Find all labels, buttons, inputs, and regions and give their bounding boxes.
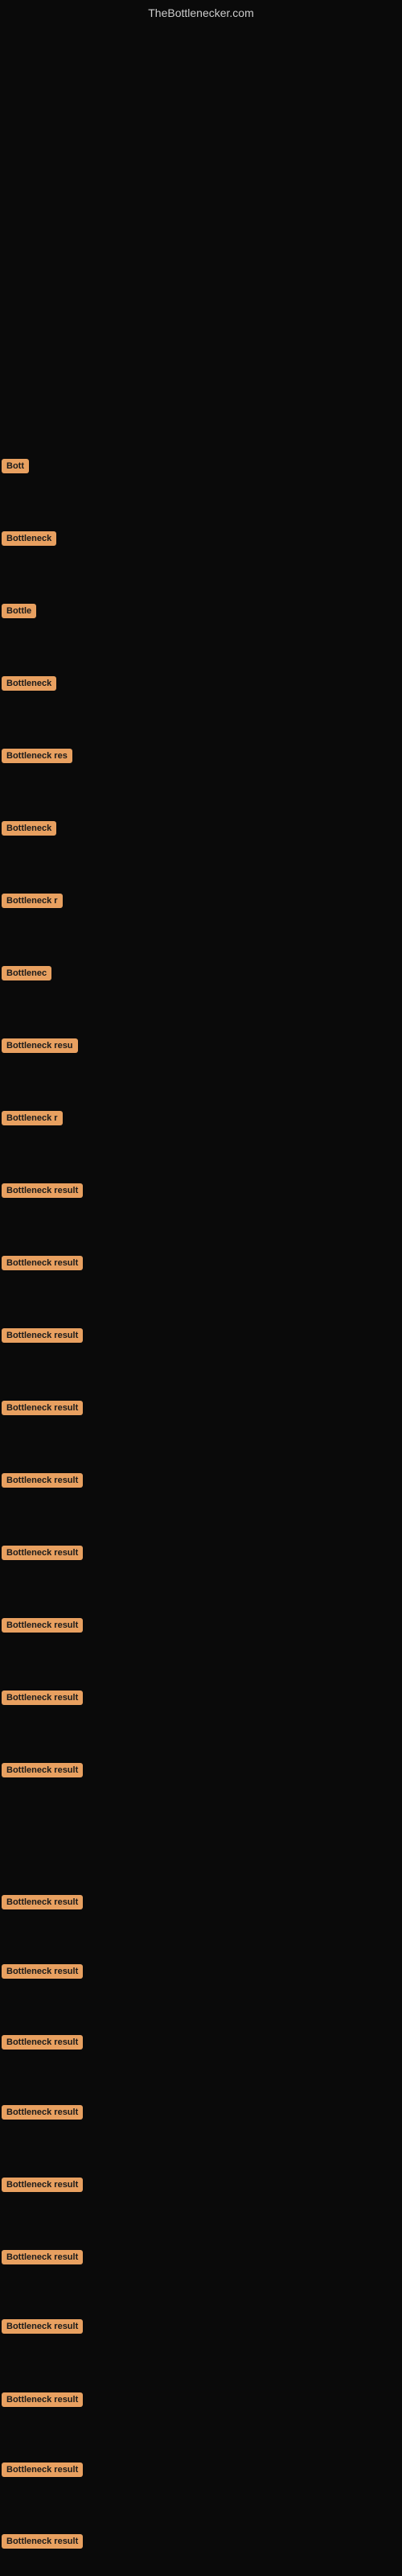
result-row: Bottleneck res (2, 749, 72, 763)
result-row: Bottleneck result (2, 2105, 83, 2120)
result-row: Bottleneck result (2, 1763, 83, 1777)
result-row: Bottleneck result (2, 1546, 83, 1560)
bottleneck-badge[interactable]: Bottleneck resu (2, 1038, 78, 1053)
result-row: Bottleneck result (2, 1256, 83, 1270)
bottleneck-badge[interactable]: Bottleneck result (2, 1256, 83, 1270)
bottleneck-badge[interactable]: Bottleneck result (2, 2392, 83, 2407)
bottleneck-badge[interactable]: Bottleneck result (2, 2462, 83, 2477)
result-row: Bottleneck r (2, 894, 63, 908)
result-row: Bott (2, 459, 29, 473)
bottleneck-badge[interactable]: Bottle (2, 604, 36, 618)
bottleneck-badge[interactable]: Bottleneck r (2, 894, 63, 908)
bottleneck-badge[interactable]: Bottleneck result (2, 1895, 83, 1909)
result-row: Bottleneck result (2, 1964, 83, 1979)
result-row: Bottleneck result (2, 2035, 83, 2050)
result-row: Bottleneck (2, 531, 56, 546)
bottleneck-badge[interactable]: Bottleneck res (2, 749, 72, 763)
bottleneck-badge[interactable]: Bottleneck result (2, 2319, 83, 2334)
bottleneck-badge[interactable]: Bottlenec (2, 966, 51, 980)
result-row: Bottleneck result (2, 2462, 83, 2477)
result-row: Bottlenec (2, 966, 51, 980)
bottleneck-badge[interactable]: Bottleneck result (2, 2035, 83, 2050)
result-row: Bottleneck result (2, 1183, 83, 1198)
bottleneck-badge[interactable]: Bottleneck result (2, 2105, 83, 2120)
result-row: Bottleneck result (2, 1473, 83, 1488)
bottleneck-badge[interactable]: Bottleneck result (2, 2178, 83, 2192)
bottleneck-badge[interactable]: Bottleneck result (2, 1328, 83, 1343)
result-row: Bottleneck r (2, 1111, 63, 1125)
bottleneck-badge[interactable]: Bottleneck result (2, 1763, 83, 1777)
bottleneck-badge[interactable]: Bottleneck result (2, 1546, 83, 1560)
result-row: Bottleneck result (2, 1618, 83, 1633)
bottleneck-badge[interactable]: Bottleneck result (2, 1618, 83, 1633)
bottleneck-badge[interactable]: Bottleneck (2, 531, 56, 546)
bottleneck-badge[interactable]: Bottleneck result (2, 1690, 83, 1705)
bottleneck-badge[interactable]: Bottleneck result (2, 2250, 83, 2264)
result-row: Bottleneck result (2, 2250, 83, 2264)
site-title: TheBottlenecker.com (148, 6, 254, 19)
result-row: Bottleneck result (2, 2178, 83, 2192)
result-row: Bottleneck result (2, 1328, 83, 1343)
bottleneck-badge[interactable]: Bott (2, 459, 29, 473)
result-row: Bottleneck result (2, 1690, 83, 1705)
result-row: Bottleneck (2, 821, 56, 836)
result-row: Bottleneck result (2, 1895, 83, 1909)
bottleneck-badge[interactable]: Bottleneck result (2, 1183, 83, 1198)
result-row: Bottleneck result (2, 2319, 83, 2334)
bottleneck-badge[interactable]: Bottleneck result (2, 1473, 83, 1488)
bottleneck-badge[interactable]: Bottleneck result (2, 2534, 83, 2549)
result-row: Bottleneck (2, 676, 56, 691)
result-row: Bottleneck resu (2, 1038, 78, 1053)
bottleneck-badge[interactable]: Bottleneck result (2, 1401, 83, 1415)
result-row: Bottleneck result (2, 2392, 83, 2407)
bottleneck-badge[interactable]: Bottleneck r (2, 1111, 63, 1125)
bottleneck-badge[interactable]: Bottleneck (2, 676, 56, 691)
result-row: Bottleneck result (2, 2534, 83, 2549)
result-row: Bottle (2, 604, 36, 618)
bottleneck-badge[interactable]: Bottleneck (2, 821, 56, 836)
result-row: Bottleneck result (2, 1401, 83, 1415)
bottleneck-badge[interactable]: Bottleneck result (2, 1964, 83, 1979)
